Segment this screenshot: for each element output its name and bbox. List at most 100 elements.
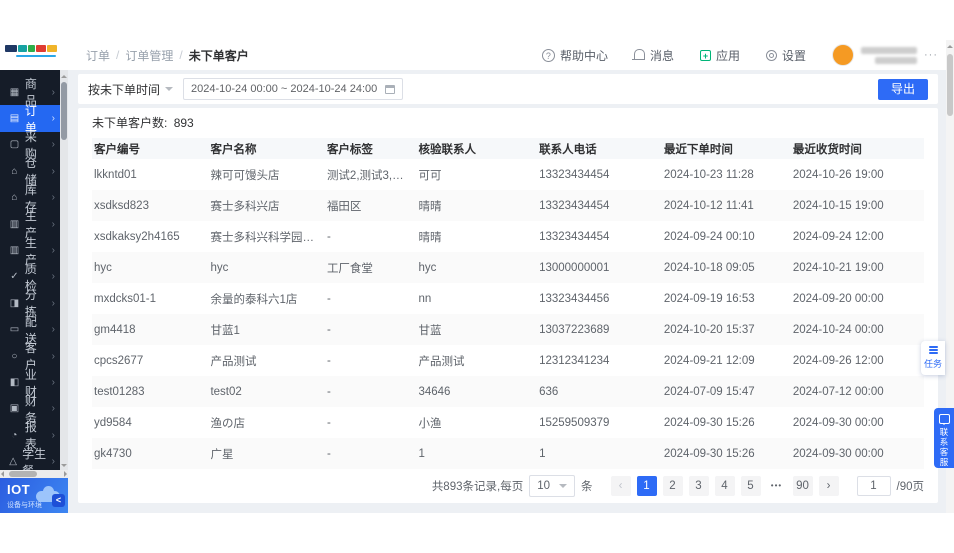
help-circle-icon bbox=[541, 48, 555, 62]
breadcrumb-item[interactable]: 订单管理 bbox=[125, 47, 173, 64]
gear-icon bbox=[765, 49, 777, 61]
chevron-right-icon: › bbox=[51, 271, 55, 283]
page-ellipsis[interactable]: ••• bbox=[767, 476, 787, 496]
customer-icon: ○ bbox=[11, 350, 18, 362]
customer-count: 未下单客户数: 893 bbox=[92, 108, 924, 138]
table-cell: 15259509379 bbox=[539, 416, 610, 429]
report-icon: ◔ bbox=[11, 429, 18, 441]
date-range-value: 2024-10-24 00:00 ~ 2024-10-24 24:00 bbox=[191, 83, 378, 95]
scroll-up-icon[interactable] bbox=[61, 72, 67, 78]
scroll-up-icon[interactable] bbox=[947, 42, 953, 48]
purchase-icon: ▢ bbox=[9, 139, 20, 151]
table-cell: 甘蓝 bbox=[418, 324, 442, 337]
customer-service-label: 联系客服 bbox=[939, 427, 949, 467]
topbar-action-bell[interactable]: 消息 bbox=[631, 47, 674, 64]
page-button[interactable]: 90 bbox=[792, 476, 813, 496]
prev-page-button[interactable]: ‹ bbox=[610, 476, 631, 496]
table-row: test01283 test02 - 34646 636 2024-07-09 15:47… bbox=[92, 376, 924, 407]
window-scrollbar-thumb[interactable] bbox=[947, 54, 953, 116]
page-button[interactable]: 1 bbox=[636, 476, 657, 496]
table-cell: 13323434454 bbox=[539, 199, 610, 212]
calendar-icon bbox=[385, 84, 396, 94]
column-header: 客户名称 bbox=[210, 143, 257, 156]
main-content: 按未下单时间 2024-10-24 00:00 ~ 2024-10-24 24:… bbox=[68, 70, 946, 513]
user-more-icon[interactable]: ··· bbox=[924, 49, 938, 61]
table-cell: 2024-09-30 00:00 bbox=[792, 447, 884, 460]
table-cell: nn bbox=[418, 292, 432, 305]
topbar-action-label: 消息 bbox=[649, 48, 674, 63]
page-size-select[interactable]: 10 bbox=[529, 475, 575, 497]
horizontal-scrollbar-thumb[interactable] bbox=[9, 471, 37, 477]
iot-banner[interactable]: IOT 设备与环境 bbox=[0, 478, 68, 513]
page-button[interactable]: 3 bbox=[688, 476, 709, 496]
production-icon: ▥ bbox=[9, 218, 20, 230]
table-row: xsdksd823 赛士多科兴店 福田区 晴晴 13323434454 2024-10-1… bbox=[92, 190, 924, 221]
sidebar-scrollbar-thumb[interactable] bbox=[61, 82, 67, 140]
table-cell: 13323434454 bbox=[539, 168, 610, 181]
user-menu[interactable]: ··· bbox=[832, 44, 938, 66]
sidebar-scrollbar[interactable] bbox=[60, 70, 68, 470]
iot-cloud-icon bbox=[35, 485, 65, 507]
table-cell: 广星 bbox=[210, 448, 234, 461]
chat-bubble-icon bbox=[938, 414, 950, 425]
scroll-down-icon[interactable] bbox=[61, 464, 67, 467]
table-row: hyc hyc 工厂食堂 hyc 13000000001 2024-10-18 09:05… bbox=[92, 252, 924, 283]
table-cell: 测试2,测试3,测试4... bbox=[326, 169, 417, 182]
chevron-down-icon bbox=[559, 484, 567, 488]
sorting-icon: ◨ bbox=[9, 297, 20, 309]
table-cell: 工厂食堂 bbox=[326, 262, 373, 275]
breadcrumb-item[interactable]: 订单 bbox=[86, 47, 110, 64]
table-cell: - bbox=[326, 447, 331, 460]
apps-icon bbox=[699, 49, 711, 61]
table-cell: - bbox=[326, 323, 331, 336]
table-cell: 辣可可馒头店 bbox=[210, 169, 280, 182]
table-cell: 2024-07-12 00:00 bbox=[792, 385, 884, 398]
finance-icon: ▣ bbox=[9, 403, 20, 415]
customer-service-tab[interactable]: 联系客服 bbox=[934, 408, 954, 468]
time-type-select[interactable]: 按未下单时间 bbox=[88, 81, 174, 98]
table-cell: 34646 bbox=[418, 385, 451, 398]
table-cell: 福田区 bbox=[326, 200, 362, 213]
task-label: 任务 bbox=[923, 358, 942, 369]
table-cell: 2024-07-09 15:47 bbox=[663, 385, 755, 398]
column-header: 最近收货时间 bbox=[792, 143, 862, 156]
table-cell: 2024-09-24 00:10 bbox=[663, 230, 755, 243]
chevron-right-icon: › bbox=[51, 245, 55, 257]
sidebar-horizontal-scrollbar[interactable] bbox=[0, 470, 68, 478]
table-card: 未下单客户数: 893 客户编号 客户名称 客户标签 核验联系人 联系人电话 最近下单时间… bbox=[78, 108, 938, 503]
table-cell: 2024-09-20 00:00 bbox=[792, 292, 884, 305]
next-page-button[interactable]: › bbox=[818, 476, 839, 496]
table-cell: - bbox=[326, 230, 331, 243]
table-header-row: 客户编号 客户名称 客户标签 核验联系人 联系人电话 最近下单时间 最近收货时间 bbox=[92, 138, 924, 159]
page-button[interactable]: 5 bbox=[740, 476, 761, 496]
page-button[interactable]: 2 bbox=[662, 476, 683, 496]
table-cell: cpcs2677 bbox=[94, 354, 144, 367]
chevron-right-icon: › bbox=[51, 324, 55, 336]
scroll-left-icon[interactable] bbox=[1, 471, 4, 477]
table-cell: 2024-10-12 11:41 bbox=[663, 199, 754, 212]
date-range-input[interactable]: 2024-10-24 00:00 ~ 2024-10-24 24:00 bbox=[183, 78, 404, 100]
export-button[interactable]: 导出 bbox=[877, 78, 928, 100]
inventory-icon: ⌂ bbox=[11, 192, 18, 204]
iot-banner-title: IOT bbox=[7, 482, 31, 497]
column-header: 客户标签 bbox=[326, 143, 373, 156]
table-cell: lkkntd01 bbox=[94, 168, 137, 181]
page-button[interactable]: 4 bbox=[714, 476, 735, 496]
topbar-action-label: 设置 bbox=[781, 48, 806, 63]
avatar[interactable] bbox=[832, 44, 854, 66]
logo-color-bars bbox=[5, 45, 57, 52]
chevron-right-icon: › bbox=[51, 192, 55, 204]
scroll-right-icon[interactable] bbox=[64, 471, 67, 477]
table-cell: 余量的泰科六1店 bbox=[210, 293, 298, 306]
table-cell: 2024-10-15 19:00 bbox=[792, 199, 884, 212]
page-jump-input[interactable] bbox=[856, 476, 891, 496]
table-cell: xsdkaksy2h4165 bbox=[94, 230, 180, 243]
task-floating-tab[interactable]: 任务 bbox=[921, 341, 945, 375]
topbar-action-gear[interactable]: 设置 bbox=[765, 47, 806, 64]
topbar-action-apps[interactable]: 应用 bbox=[699, 47, 740, 64]
breadcrumb-item[interactable]: 未下单客户 bbox=[189, 47, 249, 64]
page-size-value: 10 bbox=[537, 480, 550, 492]
table-cell: - bbox=[326, 354, 331, 367]
topbar-action-help-circle[interactable]: 帮助中心 bbox=[541, 47, 608, 64]
table-row: lkkntd01 辣可可馒头店 测试2,测试3,测试4...可可 1332343445… bbox=[92, 159, 924, 190]
